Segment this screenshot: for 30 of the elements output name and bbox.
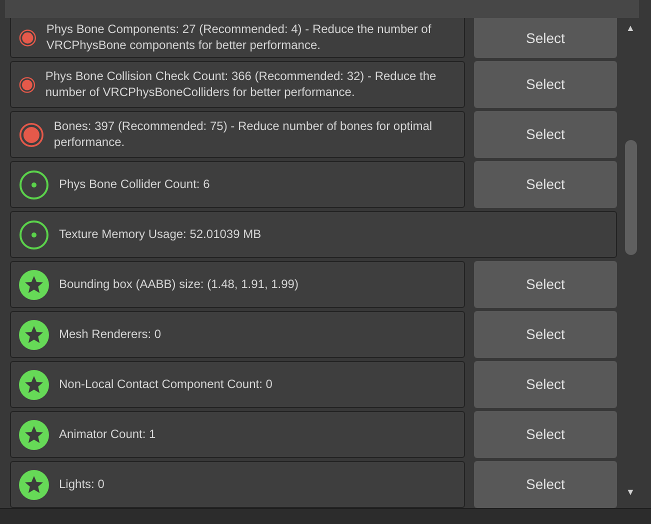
select-button[interactable]: Select [474,261,617,308]
scrollbar-thumb[interactable] [625,140,637,255]
select-button[interactable]: Select [474,18,617,58]
message-text: Bounding box (AABB) size: (1.48, 1.91, 1.99) [59,276,298,292]
star-badge-icon [19,270,49,300]
message-text: Texture Memory Usage: 52.01039 MB [59,226,262,242]
star-badge-icon [19,420,49,450]
message-text: Non-Local Contact Component Count: 0 [59,376,272,392]
message-text: Phys Bone Collision Check Count: 366 (Recommended: 32) - Reduce the number of VRCPhysBoneColliders for better performance. [45,68,438,100]
select-button[interactable]: Select [474,461,617,508]
message-text: Phys Bone Components: 27 (Recommended: 4) - Reduce the number of VRCPhysBone components for better performance. [46,22,432,54]
select-button[interactable]: Select [474,111,617,158]
star-badge-icon [19,320,49,350]
select-button[interactable]: Select [474,311,617,358]
message-text: Bones: 397 (Recommended: 75) - Reduce number of bones for optimal performance. [54,118,434,150]
scroll-down-arrow[interactable]: ▼ [626,488,635,497]
select-button[interactable]: Select [474,411,617,458]
target-circle-icon [19,220,49,250]
select-button[interactable]: Select [474,61,617,108]
select-button[interactable]: Select [474,161,617,208]
message-text: Animator Count: 1 [59,426,156,442]
scroll-up-arrow[interactable]: ▲ [626,24,635,33]
star-badge-icon [19,470,49,500]
message-text: Phys Bone Collider Count: 6 [59,176,210,192]
message-text: Mesh Renderers: 0 [59,326,162,342]
star-badge-icon [19,370,49,400]
message-text: Lights: 0 [59,476,104,492]
target-circle-icon [19,170,49,200]
error-circle-icon [19,120,44,148]
select-button[interactable]: Select [474,361,617,408]
